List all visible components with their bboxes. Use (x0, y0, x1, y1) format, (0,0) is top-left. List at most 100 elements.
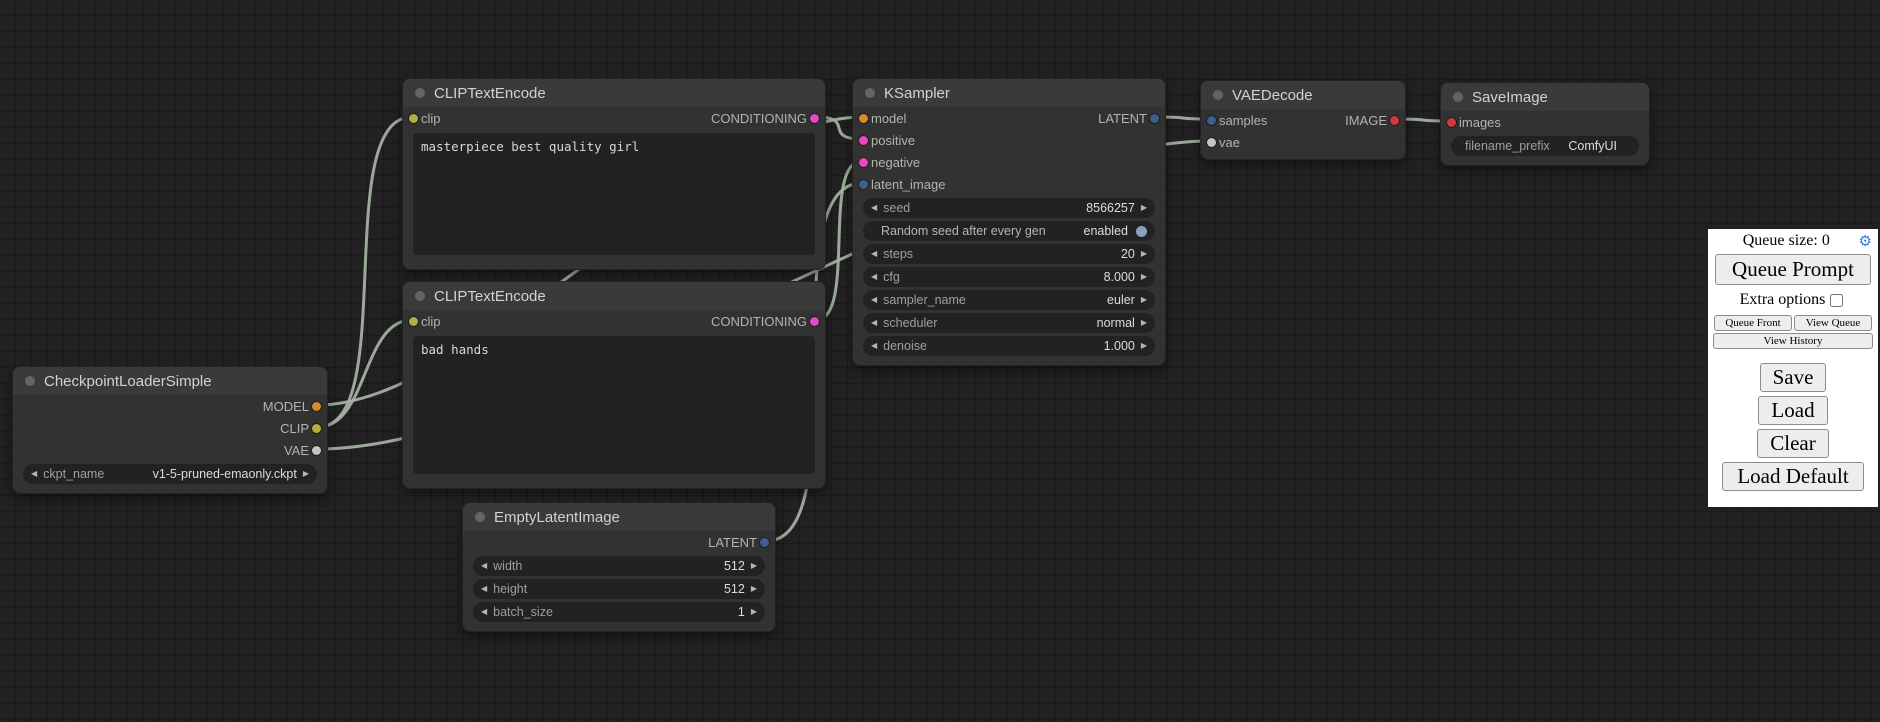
node-title-bar[interactable]: VAEDecode (1201, 81, 1405, 109)
increment-icon[interactable]: ▶ (1141, 296, 1147, 304)
node-checkpointloadersimple[interactable]: CheckpointLoaderSimple MODEL CLIP VAE ◀ … (12, 366, 328, 494)
increment-icon[interactable]: ▶ (1141, 342, 1147, 350)
output-port-model[interactable] (312, 402, 321, 411)
increment-icon[interactable]: ▶ (751, 562, 757, 570)
view-queue-button[interactable]: View Queue (1794, 315, 1872, 331)
widget-cfg[interactable]: ◀ cfg 8.000 ▶ (863, 267, 1155, 287)
input-label-clip: clip (421, 314, 441, 329)
output-port-image[interactable] (1390, 116, 1399, 125)
node-ksampler[interactable]: KSampler model LATENT positive negative … (852, 78, 1166, 366)
load-button[interactable]: Load (1758, 396, 1827, 425)
node-title-bar[interactable]: CLIPTextEncode (403, 79, 825, 107)
node-saveimage[interactable]: SaveImage images filename_prefix ComfyUI (1440, 82, 1650, 166)
widget-filename-prefix[interactable]: filename_prefix ComfyUI (1451, 136, 1639, 156)
input-port-negative[interactable] (859, 158, 868, 167)
widget-denoise[interactable]: ◀ denoise 1.000 ▶ (863, 336, 1155, 356)
node-collapse-dot[interactable] (1453, 92, 1463, 102)
decrement-icon[interactable]: ◀ (871, 250, 877, 258)
output-port-clip[interactable] (312, 424, 321, 433)
load-default-button[interactable]: Load Default (1722, 462, 1863, 491)
input-port-positive[interactable] (859, 136, 868, 145)
settings-gear-icon[interactable]: ⚙ (1859, 232, 1872, 250)
node-collapse-dot[interactable] (415, 88, 425, 98)
widget-width[interactable]: ◀ width 512 ▶ (473, 556, 765, 576)
slot-row: images (1441, 111, 1649, 133)
output-port-latent[interactable] (760, 538, 769, 547)
increment-icon[interactable]: ▶ (1141, 273, 1147, 281)
slot-row: vae (1201, 131, 1405, 153)
queue-prompt-button[interactable]: Queue Prompt (1715, 254, 1871, 285)
node-cliptextencode-positive[interactable]: CLIPTextEncode clip CONDITIONING masterp… (402, 78, 826, 270)
input-port-model[interactable] (859, 114, 868, 123)
queue-front-button[interactable]: Queue Front (1714, 315, 1792, 331)
increment-icon[interactable]: ▶ (751, 608, 757, 616)
widget-value: 512 (724, 582, 745, 596)
node-title-bar[interactable]: EmptyLatentImage (463, 503, 775, 531)
slot-row: positive (853, 129, 1165, 151)
node-collapse-dot[interactable] (1213, 90, 1223, 100)
widget-scheduler[interactable]: ◀ scheduler normal ▶ (863, 313, 1155, 333)
input-port-latent-image[interactable] (859, 180, 868, 189)
increment-icon[interactable]: ▶ (751, 585, 757, 593)
input-port-clip[interactable] (409, 114, 418, 123)
clear-button[interactable]: Clear (1757, 429, 1828, 458)
node-title-bar[interactable]: CheckpointLoaderSimple (13, 367, 327, 395)
decrement-icon[interactable]: ◀ (481, 585, 487, 593)
node-collapse-dot[interactable] (25, 376, 35, 386)
graph-canvas[interactable]: CheckpointLoaderSimple MODEL CLIP VAE ◀ … (0, 0, 1880, 722)
widget-label: sampler_name (883, 293, 966, 307)
output-label-model: MODEL (263, 399, 309, 414)
node-collapse-dot[interactable] (865, 88, 875, 98)
node-collapse-dot[interactable] (415, 291, 425, 301)
toggle-dot-icon[interactable] (1136, 226, 1147, 237)
output-port-conditioning[interactable] (810, 114, 819, 123)
save-button[interactable]: Save (1760, 363, 1827, 392)
node-title: CheckpointLoaderSimple (44, 373, 212, 390)
widget-seed[interactable]: ◀ seed 8566257 ▶ (863, 198, 1155, 218)
widget-label: denoise (883, 339, 927, 353)
increment-icon[interactable]: ▶ (1141, 319, 1147, 327)
node-collapse-dot[interactable] (475, 512, 485, 522)
node-title-bar[interactable]: SaveImage (1441, 83, 1649, 111)
decrement-icon[interactable]: ◀ (871, 273, 877, 281)
decrement-icon[interactable]: ◀ (481, 562, 487, 570)
node-emptylatentimage[interactable]: EmptyLatentImage LATENT ◀ width 512 ▶ ◀ … (462, 502, 776, 632)
positive-prompt-textarea[interactable]: masterpiece best quality girl (413, 133, 815, 255)
node-vaedecode[interactable]: VAEDecode samples IMAGE vae (1200, 80, 1406, 160)
widget-random-seed-toggle[interactable]: Random seed after every gen enabled (863, 221, 1155, 241)
decrement-icon[interactable]: ◀ (481, 608, 487, 616)
increment-icon[interactable]: ▶ (1141, 204, 1147, 212)
queue-buttons-row: Queue Front View Queue (1710, 315, 1876, 331)
output-port-latent[interactable] (1150, 114, 1159, 123)
widget-ckpt-name[interactable]: ◀ ckpt_name v1-5-pruned-emaonly.ckpt ▶ (23, 464, 317, 484)
decrement-icon[interactable]: ◀ (31, 470, 37, 478)
input-port-vae[interactable] (1207, 138, 1216, 147)
output-port-conditioning[interactable] (810, 317, 819, 326)
extra-options-checkbox[interactable] (1830, 294, 1843, 307)
widget-steps[interactable]: ◀ steps 20 ▶ (863, 244, 1155, 264)
decrement-icon[interactable]: ◀ (871, 296, 877, 304)
widget-label: cfg (883, 270, 900, 284)
node-cliptextencode-negative[interactable]: CLIPTextEncode clip CONDITIONING bad han… (402, 281, 826, 489)
decrement-icon[interactable]: ◀ (871, 319, 877, 327)
widget-batch-size[interactable]: ◀ batch_size 1 ▶ (473, 602, 765, 622)
slot-row: model LATENT (853, 107, 1165, 129)
increment-icon[interactable]: ▶ (303, 470, 309, 478)
negative-prompt-textarea[interactable]: bad hands (413, 336, 815, 474)
input-port-clip[interactable] (409, 317, 418, 326)
widget-label: height (493, 582, 527, 596)
increment-icon[interactable]: ▶ (1141, 250, 1147, 258)
widget-value: 8566257 (1086, 201, 1135, 215)
view-history-button[interactable]: View History (1713, 333, 1873, 349)
input-label-clip: clip (421, 111, 441, 126)
output-port-vae[interactable] (312, 446, 321, 455)
decrement-icon[interactable]: ◀ (871, 342, 877, 350)
input-port-images[interactable] (1447, 118, 1456, 127)
input-port-samples[interactable] (1207, 116, 1216, 125)
widget-label: ckpt_name (43, 467, 104, 481)
node-title-bar[interactable]: CLIPTextEncode (403, 282, 825, 310)
decrement-icon[interactable]: ◀ (871, 204, 877, 212)
widget-height[interactable]: ◀ height 512 ▶ (473, 579, 765, 599)
node-title-bar[interactable]: KSampler (853, 79, 1165, 107)
widget-sampler-name[interactable]: ◀ sampler_name euler ▶ (863, 290, 1155, 310)
